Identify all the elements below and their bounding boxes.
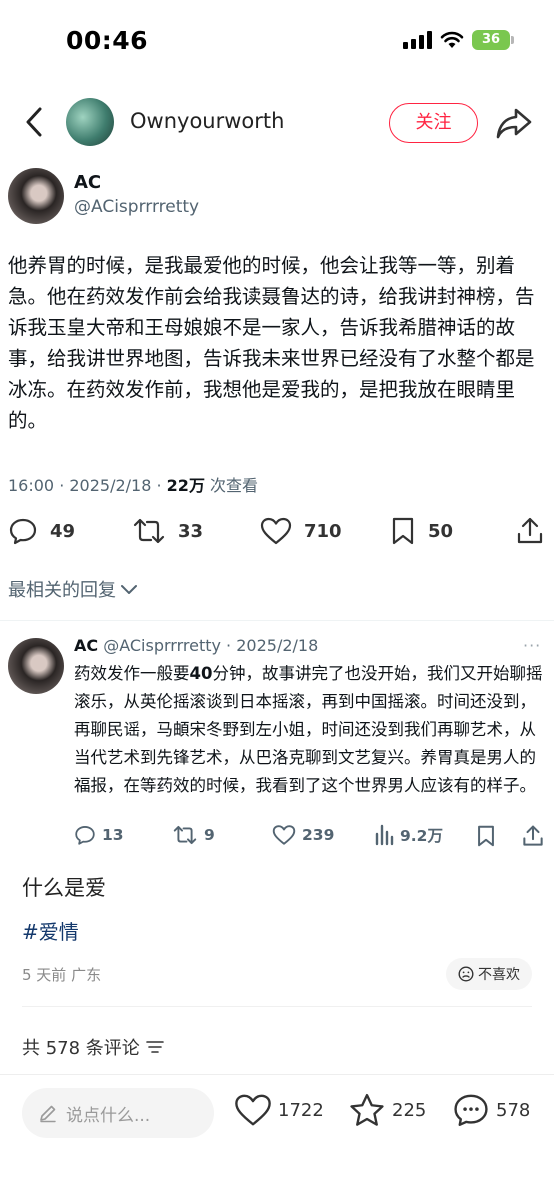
tweet-retweet-action: 33	[132, 516, 203, 546]
status-bar: 00:46 36	[0, 0, 554, 84]
frown-icon	[458, 966, 474, 982]
reply-body-part1: 药效发作一般要	[74, 664, 190, 683]
like-button[interactable]: 1722	[234, 1092, 324, 1128]
tweet-views-label: 次查看	[204, 476, 259, 495]
bottom-action-bar: 说点什么... 1722 225 578	[0, 1086, 554, 1140]
comment-count-header[interactable]: 共 578 条评论	[22, 1034, 164, 1060]
follow-button[interactable]: 关注	[389, 103, 478, 143]
retweet-icon	[133, 518, 165, 544]
more-options-icon: ···	[523, 636, 542, 655]
bookmark-icon	[392, 517, 414, 545]
reply-avatar	[8, 638, 64, 694]
author-name[interactable]: Ownyourworth	[130, 109, 284, 133]
tweet-reply: AC @ACisprrrretty · 2025/2/18 ··· 药效发作一般…	[0, 630, 554, 860]
tweet-actions: 49 33 710 50	[0, 516, 554, 556]
collect-count: 225	[392, 1099, 427, 1121]
heart-icon	[260, 517, 292, 545]
cellular-signal-icon	[403, 31, 432, 49]
reply-actions: 13 9 239 9.2万	[0, 824, 554, 850]
like-count: 1722	[278, 1099, 324, 1121]
tweet-meta: 16:00 · 2025/2/18 · 22万 次查看	[8, 472, 258, 496]
collect-button[interactable]: 225	[348, 1092, 426, 1128]
status-indicators: 36	[403, 30, 514, 50]
related-replies-label: 最相关的回复	[8, 580, 116, 601]
back-icon[interactable]	[18, 104, 52, 140]
reply-body-part2: 分钟，故事讲完了也没开始，我们又开始聊摇滚乐，从英伦摇滚谈到日本摇滚，再到中国摇…	[74, 664, 543, 795]
wifi-icon	[440, 31, 464, 48]
tweet-reply-count: 49	[50, 520, 76, 542]
tweet-bookmark-action: 50	[390, 516, 453, 546]
heart-icon	[272, 825, 296, 845]
reply-like-count: 239	[302, 826, 335, 844]
reply-handle-date: @ACisprrrretty · 2025/2/18	[98, 636, 319, 655]
tweet-divider	[0, 620, 554, 621]
tweet-views: 22万	[166, 476, 205, 495]
dislike-button[interactable]: 不喜欢	[446, 958, 532, 990]
related-replies-sort: 最相关的回复	[8, 576, 138, 602]
tweet-body: 他养胃的时候，是我最爱他的时候，他会让我等一等，别着急。他在药效发作前会给我读聂…	[8, 254, 535, 432]
status-time: 00:46	[66, 26, 149, 55]
tweet-author-handle: @ACisprrrretty	[74, 197, 200, 217]
reply-body-bold: 40	[189, 664, 213, 683]
tweet-like-count: 710	[304, 520, 342, 542]
chevron-down-icon	[121, 585, 137, 594]
reply-icon	[75, 826, 95, 845]
comment-bubble-icon	[454, 1094, 488, 1127]
post-hashtag[interactable]: #爱情	[22, 916, 79, 945]
upload-icon	[517, 517, 543, 544]
star-icon	[350, 1093, 384, 1126]
comment-input[interactable]: 说点什么...	[22, 1088, 214, 1138]
tweet-avatar	[8, 168, 64, 224]
pencil-icon	[40, 1105, 56, 1123]
section-divider	[22, 1006, 532, 1007]
post-title: 什么是爱	[22, 876, 106, 900]
author-avatar[interactable]	[66, 98, 114, 146]
reply-header: AC @ACisprrrretty · 2025/2/18	[74, 636, 318, 655]
comment-count-label: 共 578 条评论	[22, 1038, 140, 1059]
battery-indicator: 36	[472, 30, 514, 50]
tweet-retweet-count: 33	[178, 520, 204, 542]
bar-chart-icon	[375, 824, 394, 846]
reply-reply-count: 13	[102, 826, 124, 844]
heart-icon	[235, 1094, 271, 1126]
reply-views-count: 9.2万	[400, 827, 443, 845]
comment-button[interactable]: 578	[452, 1092, 530, 1128]
post-time-location: 5 天前 广东	[22, 966, 102, 984]
top-nav: Ownyourworth 关注	[0, 90, 554, 154]
retweet-icon	[173, 825, 197, 845]
reply-reply-action: 13	[74, 824, 124, 846]
reply-like-action: 239	[272, 824, 334, 846]
reply-author-name: AC	[74, 636, 99, 655]
dislike-label: 不喜欢	[478, 967, 520, 983]
reply-views-action: 9.2万	[374, 824, 443, 846]
upload-icon	[523, 825, 543, 846]
tweet-bookmark-count: 50	[428, 520, 454, 542]
reply-retweet-count: 9	[204, 826, 215, 844]
sort-icon	[146, 1041, 164, 1053]
share-icon[interactable]	[494, 104, 534, 142]
tweet-share-action	[516, 516, 544, 546]
comment-input-placeholder: 说点什么...	[66, 1105, 151, 1126]
comment-count: 578	[496, 1099, 531, 1121]
reply-icon	[9, 518, 37, 545]
bookmark-icon	[478, 825, 494, 847]
tweet-reply-action: 49	[8, 516, 75, 546]
tweet-like-action: 710	[260, 516, 342, 546]
bottom-divider	[0, 1074, 554, 1075]
tweet-timestamp: 16:00 · 2025/2/18 ·	[8, 476, 167, 495]
reply-retweet-action: 9	[172, 824, 215, 846]
reply-body: 药效发作一般要40分钟，故事讲完了也没开始，我们又开始聊摇滚乐，从英伦摇滚谈到日…	[74, 660, 544, 800]
tweet-author-name: AC	[74, 172, 102, 193]
